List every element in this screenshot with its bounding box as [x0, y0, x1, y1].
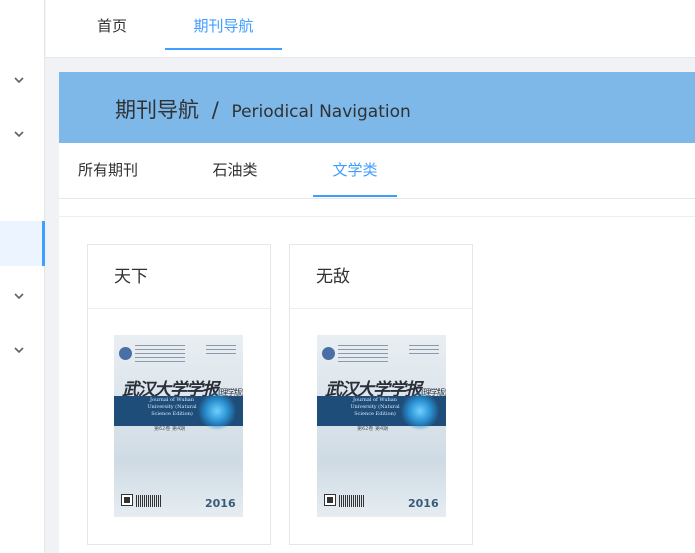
cover-year: 2016	[205, 497, 236, 510]
cover-issue: 第62卷 第4期	[357, 426, 389, 432]
cover-glow-decoration	[401, 391, 439, 431]
barcode-icon	[339, 495, 365, 507]
banner-separator: /	[211, 98, 219, 122]
cover-english-title: Journal of Wuhan University (Natural Sci…	[350, 397, 400, 417]
qr-code-icon	[121, 494, 133, 506]
sidebar	[0, 0, 45, 553]
tab-periodical-navigation[interactable]: 期刊导航	[165, 0, 282, 50]
page-title: 期刊导航 / Periodical Navigation	[115, 94, 411, 124]
chevron-down-icon[interactable]	[12, 289, 26, 303]
sidebar-item-active[interactable]	[0, 221, 45, 266]
journal-cover-image[interactable]: 武汉大学学报(理学版) Journal of Wuhan University …	[114, 335, 243, 517]
qr-code-icon	[324, 494, 336, 506]
cover-english-title: Journal of Wuhan University (Natural Sci…	[147, 397, 197, 417]
tab-home[interactable]: 首页	[66, 0, 158, 50]
cover-issue: 第62卷 第4期	[154, 426, 186, 432]
cover-header-lines	[206, 345, 236, 355]
university-logo-icon	[322, 347, 335, 360]
journal-name: 无敌	[290, 245, 472, 309]
journal-card[interactable]: 天下 武汉大学学报(理学版) Journal of Wuhan Universi…	[87, 244, 271, 545]
university-logo-icon	[119, 347, 132, 360]
tab-petroleum[interactable]: 石油类	[189, 143, 281, 197]
cover-header-lines	[338, 345, 388, 365]
top-tab-bar: 首页 期刊导航	[46, 0, 695, 58]
cover-glow-decoration	[198, 391, 236, 431]
tab-literature[interactable]: 文学类	[313, 143, 397, 197]
cover-year: 2016	[408, 497, 439, 510]
chevron-down-icon[interactable]	[12, 127, 26, 141]
journal-cover-image[interactable]: 武汉大学学报(理学版) Journal of Wuhan University …	[317, 335, 446, 517]
page-banner: 期刊导航 / Periodical Navigation	[59, 72, 695, 143]
chevron-down-icon[interactable]	[12, 343, 26, 357]
banner-title-text: 期刊导航	[115, 98, 199, 122]
cover-header-lines	[409, 345, 439, 355]
tab-all-journals[interactable]: 所有期刊	[59, 143, 157, 197]
journal-name: 天下	[88, 245, 270, 309]
journal-card[interactable]: 无敌 武汉大学学报(理学版) Journal of Wuhan Universi…	[289, 244, 473, 545]
category-tabs: 所有期刊 石油类 文学类	[59, 143, 695, 199]
banner-subtitle: Periodical Navigation	[231, 102, 411, 122]
cover-header-lines	[135, 345, 185, 365]
chevron-down-icon[interactable]	[12, 73, 26, 87]
barcode-icon	[136, 495, 162, 507]
